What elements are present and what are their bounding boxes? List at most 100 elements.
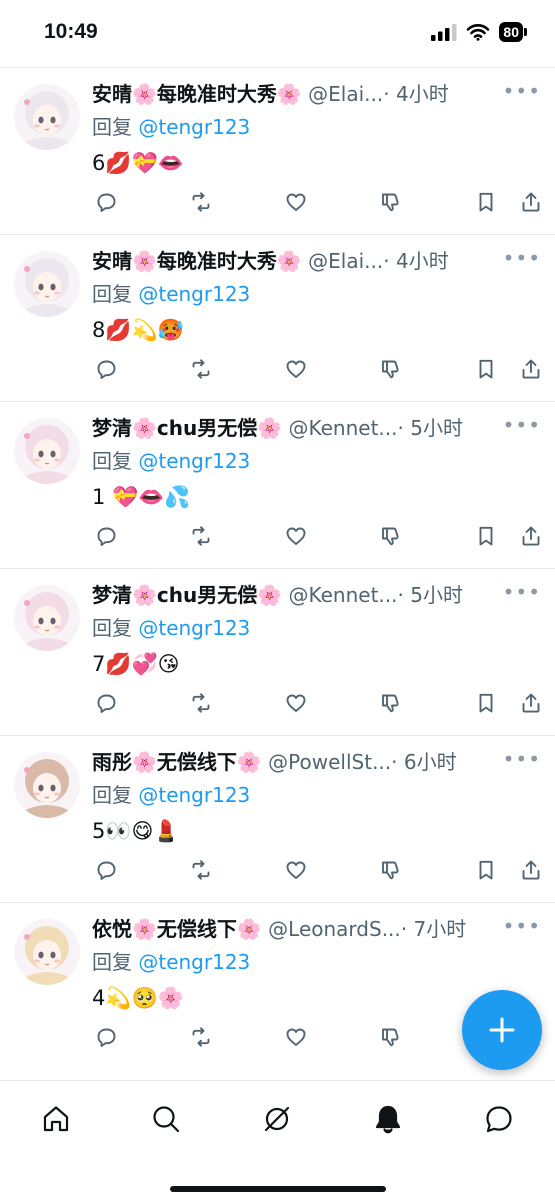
like-button[interactable] [282, 522, 310, 550]
display-name[interactable]: 梦清🌸chu男无偿🌸 [92, 583, 282, 607]
dislike-button[interactable] [377, 188, 405, 216]
user-handle[interactable]: @Elai... [308, 249, 383, 273]
tweet-item[interactable]: 梦清🌸chu男无偿🌸 @Kennet...· 5小时 ••• 回复 @tengr12… [0, 401, 555, 568]
messages-icon [486, 1106, 512, 1133]
bookmark-button[interactable] [472, 522, 500, 550]
dislike-button[interactable] [377, 522, 405, 550]
more-button[interactable]: ••• [503, 415, 541, 435]
like-button[interactable] [282, 1023, 310, 1051]
like-icon [286, 527, 306, 545]
reply-to-link[interactable]: @tengr123 [138, 783, 250, 807]
user-handle[interactable]: @Elai... [308, 82, 383, 106]
bookmark-icon [479, 192, 493, 212]
like-icon [286, 360, 306, 378]
retweet-button[interactable] [187, 522, 215, 550]
reply-prefix: 回复 [92, 783, 132, 807]
reply-context: 回复 @tengr123 [92, 614, 250, 642]
display-name[interactable]: 梦清🌸chu男无偿🌸 [92, 416, 282, 440]
bookmark-button[interactable] [472, 689, 500, 717]
dislike-button[interactable] [377, 856, 405, 884]
reply-button[interactable] [92, 856, 120, 884]
reply-button[interactable] [92, 188, 120, 216]
reply-button[interactable] [92, 1023, 120, 1051]
share-icon [522, 693, 540, 713]
bookmark-button[interactable] [472, 856, 500, 884]
dislike-button[interactable] [377, 1023, 405, 1051]
like-button[interactable] [282, 188, 310, 216]
reply-to-link[interactable]: @tengr123 [138, 616, 250, 640]
retweet-icon [192, 526, 210, 546]
retweet-icon [192, 1027, 210, 1047]
reply-button[interactable] [92, 355, 120, 383]
share-button[interactable] [517, 522, 545, 550]
tweet-item[interactable]: 梦清🌸chu男无偿🌸 @Kennet...· 5小时 ••• 回复 @tengr12… [0, 568, 555, 735]
avatar[interactable] [14, 84, 80, 150]
display-name[interactable]: 安晴🌸每晚准时大秀🌸 [92, 249, 302, 273]
avatar[interactable] [14, 251, 80, 317]
retweet-icon [192, 192, 210, 212]
user-handle[interactable]: @Kennet... [289, 583, 398, 607]
display-name[interactable]: 雨彤🌸无偿线下🌸 [92, 750, 262, 774]
status-icons: 80 [431, 22, 527, 42]
share-button[interactable] [517, 355, 545, 383]
retweet-button[interactable] [187, 188, 215, 216]
nav-search[interactable] [146, 1099, 186, 1139]
nav-home[interactable] [36, 1099, 76, 1139]
share-button[interactable] [517, 856, 545, 884]
home-icon [43, 1106, 69, 1132]
user-handle[interactable]: @PowellSt... [268, 750, 391, 774]
nav-notifications[interactable] [368, 1099, 408, 1139]
share-icon [522, 526, 540, 546]
tweet-item[interactable]: 安晴🌸每晚准时大秀🌸 @Elai...· 4小时 ••• 回复 @tengr123 8… [0, 234, 555, 401]
avatar[interactable] [14, 585, 80, 651]
more-button[interactable]: ••• [503, 749, 541, 769]
retweet-button[interactable] [187, 1023, 215, 1051]
avatar[interactable] [14, 752, 80, 818]
like-button[interactable] [282, 355, 310, 383]
more-button[interactable]: ••• [503, 916, 541, 936]
user-handle[interactable]: @LeonardS... [268, 917, 401, 941]
reply-to-link[interactable]: @tengr123 [138, 449, 250, 473]
compose-button[interactable] [462, 990, 542, 1070]
reply-to-link[interactable]: @tengr123 [138, 950, 250, 974]
timestamp: · 4小时 [383, 82, 449, 106]
retweet-button[interactable] [187, 355, 215, 383]
like-icon [286, 861, 306, 879]
nav-grok[interactable] [257, 1099, 297, 1139]
like-button[interactable] [282, 689, 310, 717]
home-indicator[interactable] [170, 1186, 386, 1192]
share-button[interactable] [517, 689, 545, 717]
more-button[interactable]: ••• [503, 248, 541, 268]
retweet-button[interactable] [187, 856, 215, 884]
more-icon: ••• [502, 79, 541, 103]
nav-messages[interactable] [479, 1099, 519, 1139]
user-handle[interactable]: @Kennet... [289, 416, 398, 440]
more-button[interactable]: ••• [502, 79, 541, 103]
more-button[interactable]: ••• [503, 582, 541, 602]
reply-to-link[interactable]: @tengr123 [138, 282, 250, 306]
display-name[interactable]: 安晴🌸每晚准时大秀🌸 [92, 82, 302, 106]
reply-context: 回复 @tengr123 [92, 948, 250, 976]
dislike-button[interactable] [377, 355, 405, 383]
avatar[interactable] [14, 919, 80, 985]
retweet-button[interactable] [187, 689, 215, 717]
reply-to-link[interactable]: @tengr123 [138, 115, 250, 139]
reply-icon [97, 193, 116, 212]
bookmark-button[interactable] [472, 355, 500, 383]
dislike-icon [382, 527, 399, 546]
tweet-item[interactable]: 雨彤🌸无偿线下🌸 @PowellSt...· 6小时 ••• 回复 @tengr12… [0, 735, 555, 902]
tweet-actions [92, 522, 555, 552]
tweet-text: 4💫🥺🌸 [92, 986, 184, 1010]
like-button[interactable] [282, 856, 310, 884]
reply-button[interactable] [92, 522, 120, 550]
display-name[interactable]: 依悦🌸无偿线下🌸 [92, 917, 262, 941]
bookmark-button[interactable] [472, 188, 500, 216]
share-button[interactable] [517, 188, 545, 216]
tweet-item[interactable]: 安晴🌸每晚准时大秀🌸 @Elai...· 4小时 ••• 回复 @tengr123 6… [0, 67, 555, 234]
replies-feed[interactable]: 安晴🌸每晚准时大秀🌸 @Elai...· 4小时 ••• 回复 @tengr123 6… [0, 67, 555, 1069]
reply-button[interactable] [92, 689, 120, 717]
signal-icon [431, 24, 457, 41]
dislike-button[interactable] [377, 689, 405, 717]
reply-icon [97, 360, 116, 379]
avatar[interactable] [14, 418, 80, 484]
